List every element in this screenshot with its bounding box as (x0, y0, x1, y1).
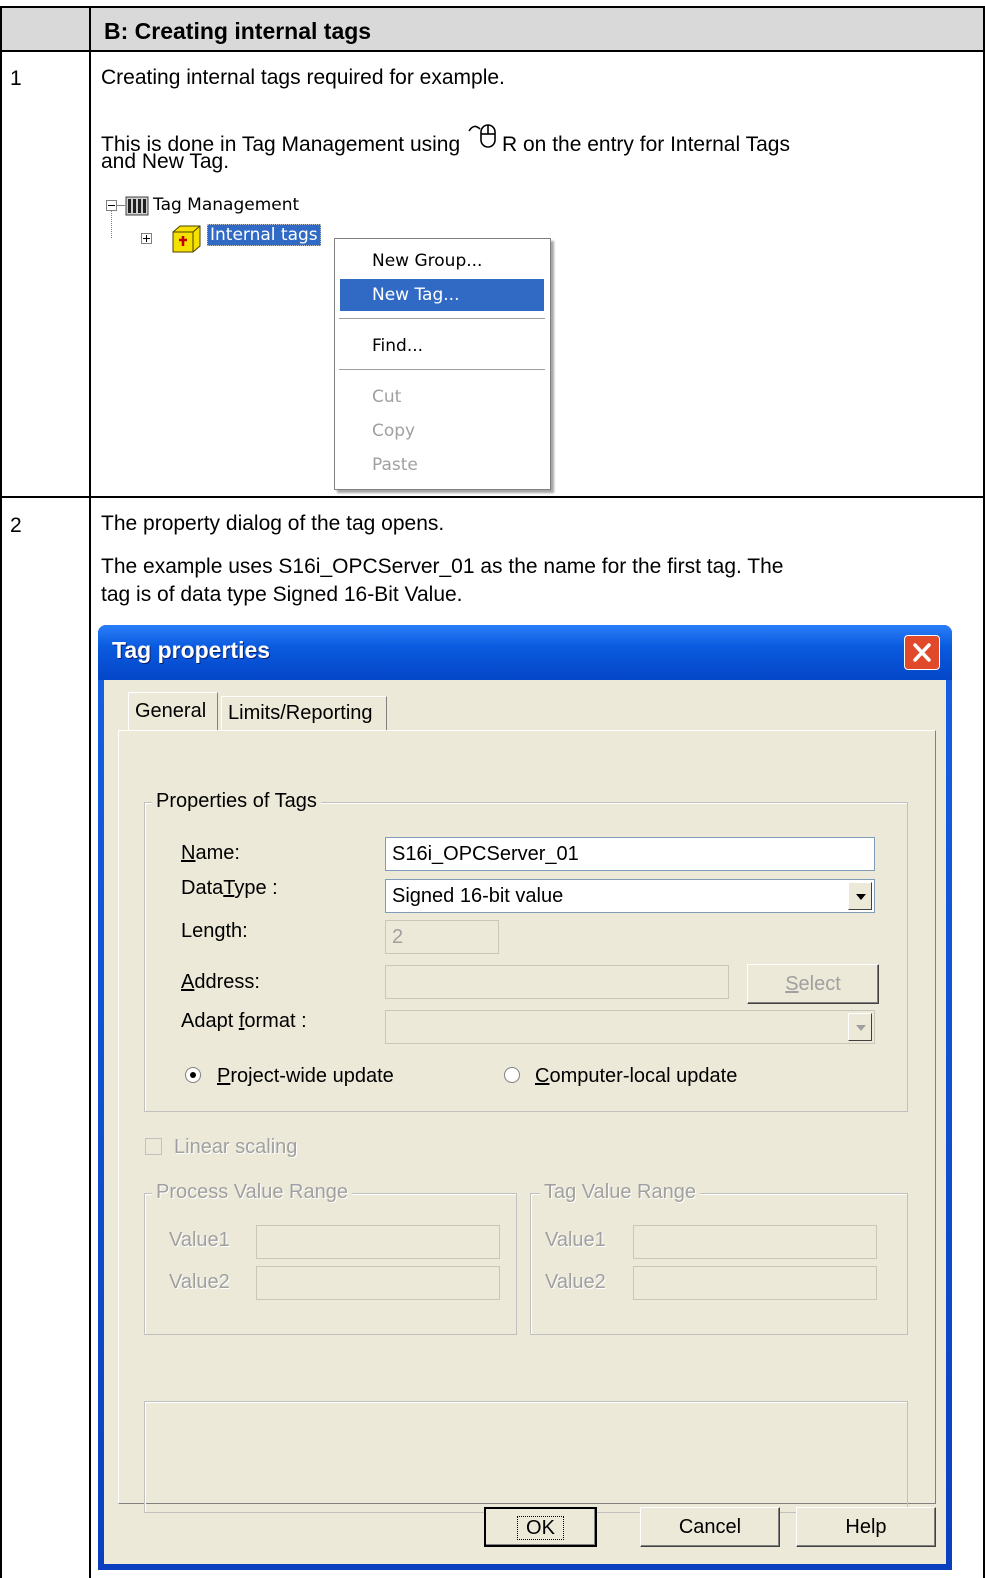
context-menu: New Group... New Tag... Find... Cut Copy… (334, 238, 551, 490)
close-button[interactable] (904, 635, 940, 670)
info-box (144, 1401, 908, 1513)
process-value-range-title: Process Value Range (152, 1181, 352, 1204)
label-text: roject-wide update (230, 1065, 394, 1087)
table-column-divider (89, 6, 91, 1578)
process-value2-input[interactable] (256, 1266, 500, 1300)
help-button[interactable]: Help (796, 1507, 936, 1547)
mnemonic: P (217, 1065, 231, 1087)
adapt-format-select[interactable] (385, 1010, 875, 1044)
tag-value-range-title: Tag Value Range (540, 1181, 700, 1204)
linear-scaling-checkbox[interactable] (145, 1138, 162, 1155)
label-text: ame: (195, 842, 240, 864)
menu-item-new-group[interactable]: New Group... (340, 245, 544, 277)
section-title: B: Creating internal tags (104, 18, 372, 44)
dialog-title: Tag properties (112, 637, 271, 663)
step-text: tag is of data type Signed 16-Bit Value. (101, 583, 463, 606)
label-text: ddress: (194, 971, 260, 993)
chevron-down-icon[interactable] (848, 882, 872, 910)
menu-separator (339, 318, 545, 319)
address-label: Address: (181, 971, 260, 994)
length-label: Length: (181, 920, 248, 942)
mnemonic: C (535, 1065, 550, 1087)
process-value-range-group (144, 1193, 517, 1335)
properties-group-title: Properties of Tags (152, 790, 321, 813)
tag-management-icon (125, 196, 149, 216)
address-input[interactable] (385, 965, 729, 999)
close-icon (913, 643, 931, 662)
step-text: The property dialog of the tag opens. (101, 512, 445, 535)
step-text-part: R on the entry for Internal Tags (502, 133, 790, 156)
tree-root-label[interactable]: Tag Management (153, 195, 299, 215)
cancel-button[interactable]: Cancel (640, 1507, 780, 1547)
computer-local-radio[interactable] (504, 1067, 520, 1083)
step-number: 2 (10, 514, 22, 537)
label-text: Adapt (181, 1010, 239, 1032)
mouse-click-icon (468, 124, 496, 148)
button-text: elect (798, 973, 841, 995)
tag-value1-label: Value1 (545, 1229, 606, 1251)
project-wide-radio[interactable] (185, 1067, 201, 1083)
mnemonic: S (785, 973, 799, 995)
tree-item-internal-tags[interactable]: Internal tags (207, 224, 321, 246)
step-text: and New Tag. (101, 150, 230, 173)
menu-separator (339, 369, 545, 370)
tab-panel-general: Properties of Tags Name: S16i_OPCServer_… (118, 730, 936, 1513)
mnemonic: N (181, 842, 196, 864)
select-button[interactable]: Select (747, 964, 879, 1004)
tab-general[interactable]: General (128, 692, 218, 730)
tag-value-range-group (530, 1193, 908, 1335)
step-number: 1 (10, 67, 22, 90)
chevron-down-icon[interactable] (848, 1013, 872, 1041)
length-input[interactable]: 2 (385, 920, 499, 954)
tag-value1-input[interactable] (633, 1225, 877, 1259)
step-text: The example uses S16i_OPCServer_01 as th… (101, 555, 784, 578)
linear-scaling-label[interactable]: Linear scaling (174, 1136, 297, 1159)
header-number-cell (2, 8, 89, 50)
label-text: ormat : (244, 1010, 307, 1032)
datatype-label: DataType : (181, 877, 278, 900)
tree-connector (111, 210, 113, 238)
expand-icon[interactable] (141, 233, 152, 244)
step-text: Creating internal tags required for exam… (101, 66, 505, 89)
dialog-client-area: General Limits/Reporting Properties of T… (104, 680, 946, 1564)
tag-properties-dialog: Tag properties General Limits/Reporting … (98, 625, 952, 1570)
tree-connector (117, 205, 125, 206)
table-row-divider (0, 496, 985, 498)
label-text: omputer-local update (549, 1065, 738, 1087)
label-text: ype : (234, 877, 278, 899)
table-border-top (0, 6, 985, 8)
process-value1-label: Value1 (169, 1229, 230, 1251)
button-text: OK (517, 1516, 564, 1540)
menu-item-cut[interactable]: Cut (340, 381, 544, 413)
menu-item-copy[interactable]: Copy (340, 415, 544, 447)
ok-button[interactable]: OK (484, 1507, 597, 1547)
table-row-divider (0, 50, 985, 52)
adapt-format-label: Adapt format : (181, 1010, 307, 1033)
menu-item-find[interactable]: Find... (340, 330, 544, 362)
tag-value2-input[interactable] (633, 1266, 877, 1300)
dialog-titlebar[interactable]: Tag properties (98, 625, 952, 680)
name-input[interactable]: S16i_OPCServer_01 (385, 837, 875, 871)
datatype-value: Signed 16-bit value (392, 885, 564, 907)
process-value1-input[interactable] (256, 1225, 500, 1259)
name-label: Name: (181, 842, 240, 865)
datatype-select[interactable]: Signed 16-bit value (385, 879, 875, 913)
mnemonic: T (223, 877, 235, 899)
mnemonic: A (181, 971, 195, 993)
menu-item-paste[interactable]: Paste (340, 449, 544, 481)
project-wide-label[interactable]: Project-wide update (217, 1065, 394, 1088)
tag-value2-label: Value2 (545, 1271, 606, 1293)
process-value2-label: Value2 (169, 1271, 230, 1293)
label-text: Data (181, 877, 224, 899)
computer-local-label[interactable]: Computer-local update (535, 1065, 737, 1088)
menu-item-new-tag[interactable]: New Tag... (340, 279, 544, 311)
table-border-left (0, 6, 2, 1578)
tab-limits-reporting[interactable]: Limits/Reporting (221, 696, 387, 730)
internal-tags-folder-icon (172, 225, 201, 253)
